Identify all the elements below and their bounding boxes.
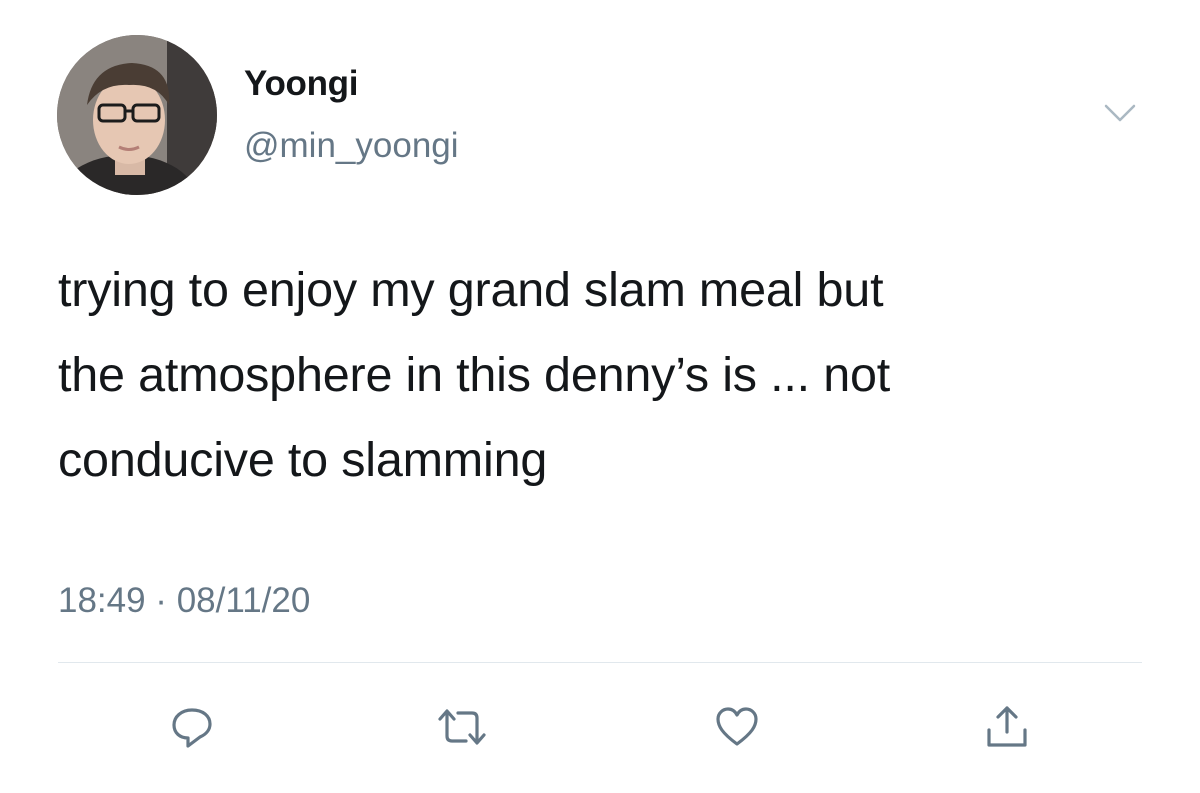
tweet-timestamp[interactable]: 18:49 · 08/11/20 — [58, 583, 310, 618]
heart-icon — [716, 707, 758, 746]
avatar-image — [57, 35, 217, 195]
chevron-down-icon[interactable] — [1100, 98, 1140, 128]
tweet-text-line: the atmosphere in this denny’s is ... no… — [58, 348, 891, 402]
tweet-text-line: trying to enjoy my grand slam meal but — [58, 263, 884, 317]
reply-button[interactable] — [162, 697, 222, 757]
tweet-text-line: conducive to slamming — [58, 433, 548, 487]
share-icon — [987, 706, 1027, 747]
like-button[interactable] — [707, 697, 767, 757]
divider — [58, 662, 1142, 663]
share-button[interactable] — [977, 697, 1037, 757]
display-name[interactable]: Yoongi — [244, 66, 359, 101]
avatar[interactable] — [57, 35, 217, 195]
retweet-button[interactable] — [432, 697, 492, 757]
retweet-icon — [438, 709, 486, 745]
tweet-text: trying to enjoy my grand slam meal but t… — [58, 248, 1168, 503]
user-handle[interactable]: @min_yoongi — [244, 128, 459, 163]
reply-icon — [172, 708, 212, 748]
